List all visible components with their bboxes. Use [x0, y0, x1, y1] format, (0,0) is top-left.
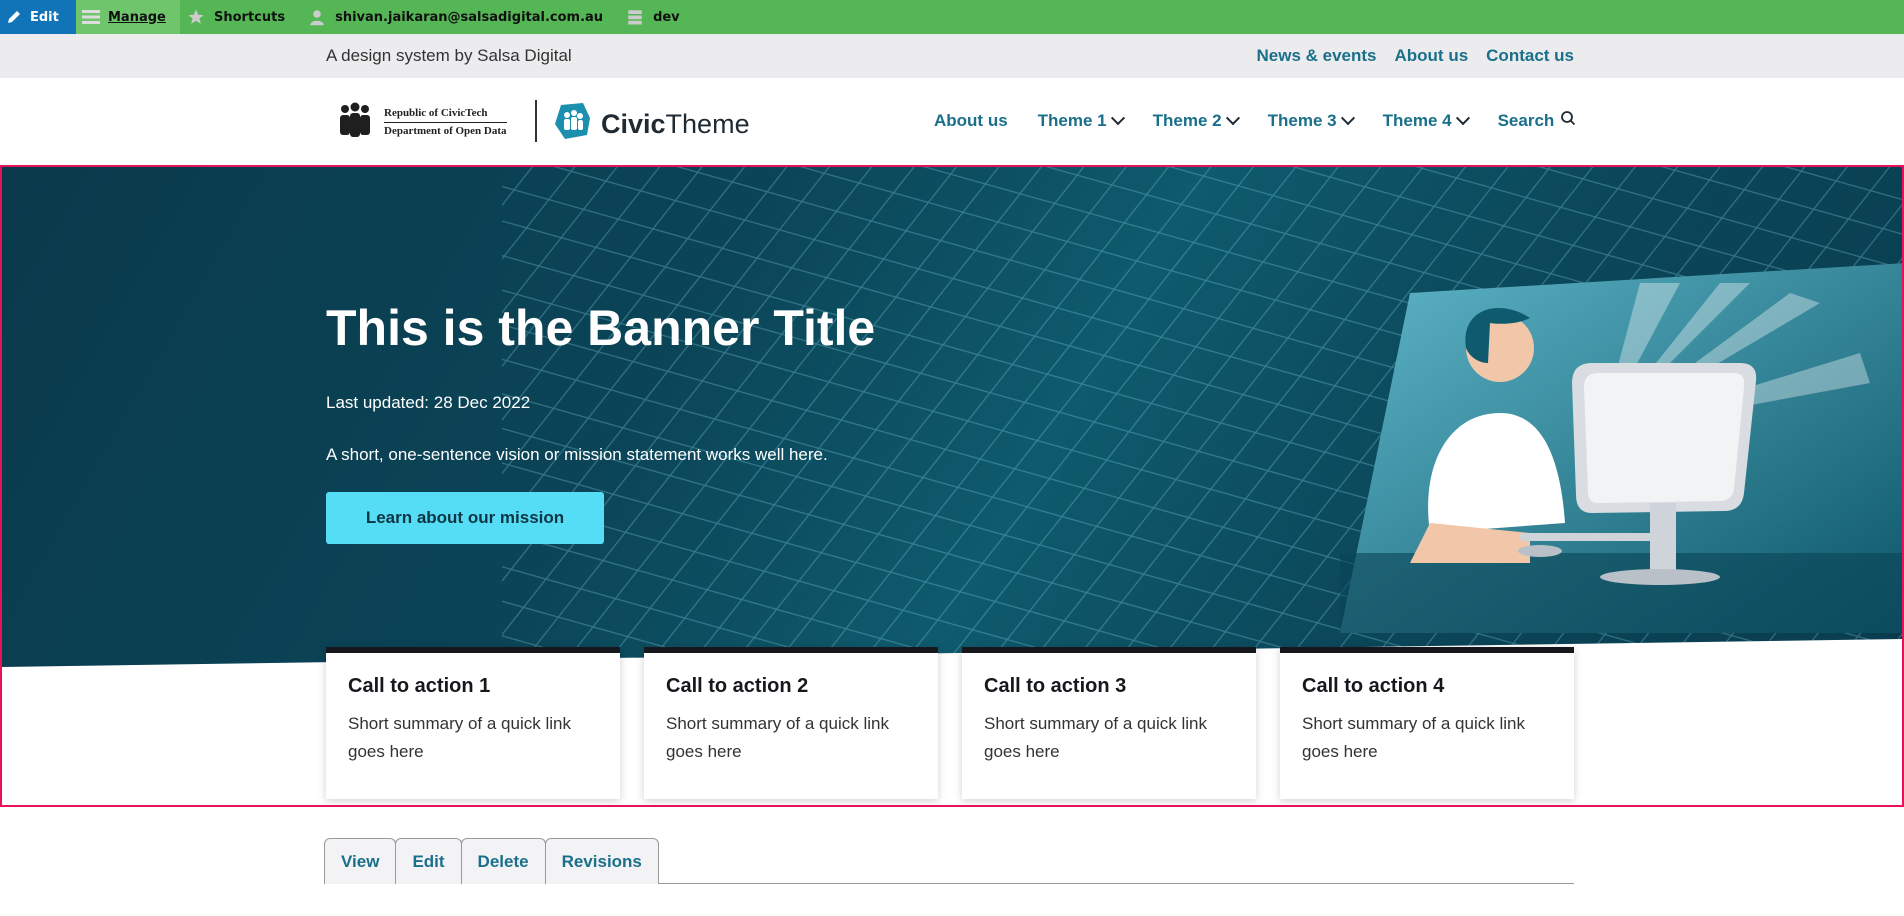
hamburger-icon	[82, 7, 100, 27]
utility-link-about[interactable]: About us	[1395, 46, 1469, 66]
site-tagline: A design system by Salsa Digital	[326, 46, 572, 65]
toolbar-env-label: dev	[653, 9, 680, 25]
nav-label: Theme 1	[1037, 110, 1107, 130]
cta-card-title: Call to action 1	[348, 675, 491, 697]
toolbar-edit-label: Edit	[30, 9, 59, 25]
toolbar-shortcuts[interactable]: Shortcuts	[180, 0, 301, 34]
cta-card-summary: Short summary of a quick link goes here	[1302, 714, 1525, 761]
gov-logo-line1: Republic of CivicTech	[384, 105, 507, 123]
utility-link-contact[interactable]: Contact us	[1486, 46, 1574, 66]
tab-delete[interactable]: Delete	[460, 838, 546, 884]
utility-link-news[interactable]: News & events	[1257, 46, 1377, 66]
chevron-down-icon	[1455, 110, 1470, 125]
server-icon	[625, 7, 645, 27]
utility-header: A design system by Salsa Digital News & …	[0, 34, 1904, 78]
gov-logo-line2: Department of Open Data	[384, 125, 507, 137]
person-at-computer-illustration	[1340, 263, 1902, 633]
civictheme-logo[interactable]: CivicTheme	[553, 102, 750, 147]
cta-card-2[interactable]: Call to action 2 Short summary of a quic…	[644, 647, 938, 799]
nav-label: Theme 3	[1267, 110, 1337, 130]
cta-card-1[interactable]: Call to action 1 Short summary of a quic…	[326, 647, 620, 799]
nav-label: Theme 2	[1152, 110, 1222, 130]
nav-item-theme-2[interactable]: Theme 2	[1152, 110, 1240, 131]
cta-card-title: Call to action 4	[1302, 675, 1445, 697]
nav-label: About us	[934, 110, 1008, 130]
tab-view[interactable]: View	[324, 838, 397, 884]
nav-label: Theme 4	[1382, 110, 1452, 130]
banner-summary: A short, one-sentence vision or mission …	[326, 445, 828, 464]
primary-nav: About us Theme 1 Theme 2 Theme 3 Theme 4…	[934, 110, 1576, 131]
cta-card-summary: Short summary of a quick link goes here	[666, 714, 889, 761]
tab-edit[interactable]: Edit	[395, 838, 462, 884]
toolbar-shortcuts-label: Shortcuts	[214, 9, 286, 25]
admin-toolbar: Edit Manage Shortcuts shivan.jaikaran@sa…	[0, 0, 1904, 34]
learn-mission-button[interactable]: Learn about our mission	[326, 492, 604, 544]
people-icon	[338, 102, 372, 142]
cta-card-title: Call to action 2	[666, 675, 809, 697]
utility-links: News & events About us Contact us	[1257, 46, 1575, 66]
banner-region: This is the Banner Title Last updated: 2…	[0, 165, 1904, 807]
government-logo[interactable]: Republic of CivicTech Department of Open…	[338, 102, 507, 142]
brand-name-bold: Civic	[601, 109, 666, 139]
star-icon	[186, 7, 206, 27]
brand-name-light: Theme	[665, 109, 750, 139]
cta-card-3[interactable]: Call to action 3 Short summary of a quic…	[962, 647, 1256, 799]
toolbar-manage-label: Manage	[108, 9, 166, 25]
nav-item-theme-1[interactable]: Theme 1	[1037, 110, 1125, 131]
user-icon	[307, 7, 327, 27]
tab-revisions[interactable]: Revisions	[544, 838, 659, 884]
nav-item-search[interactable]: Search	[1498, 110, 1577, 131]
nav-item-theme-4[interactable]: Theme 4	[1382, 110, 1470, 131]
cta-cards: Call to action 1 Short summary of a quic…	[326, 647, 1574, 799]
search-icon	[1560, 110, 1576, 131]
cta-card-4[interactable]: Call to action 4 Short summary of a quic…	[1280, 647, 1574, 799]
toolbar-edit[interactable]: Edit	[0, 0, 76, 34]
banner-title: This is the Banner Title	[326, 300, 876, 356]
civictheme-logo-icon	[553, 102, 591, 147]
cta-card-title: Call to action 3	[984, 675, 1127, 697]
logo-divider	[535, 100, 537, 142]
banner-last-updated: Last updated: 28 Dec 2022	[326, 393, 531, 412]
pencil-icon	[6, 7, 22, 27]
toolbar-env[interactable]: dev	[619, 0, 696, 34]
nav-label: Search	[1497, 110, 1555, 130]
local-tasks-tabs: View Edit Delete Revisions	[324, 838, 1574, 884]
nav-item-about-us[interactable]: About us	[934, 110, 1008, 131]
cta-card-summary: Short summary of a quick link goes here	[984, 714, 1207, 761]
toolbar-manage[interactable]: Manage	[76, 0, 180, 34]
toolbar-user[interactable]: shivan.jaikaran@salsadigital.com.au	[301, 0, 619, 34]
chevron-down-icon	[1225, 110, 1240, 125]
nav-item-theme-3[interactable]: Theme 3	[1267, 110, 1355, 131]
chevron-down-icon	[1340, 110, 1355, 125]
cta-card-summary: Short summary of a quick link goes here	[348, 714, 571, 761]
toolbar-user-label: shivan.jaikaran@salsadigital.com.au	[335, 9, 604, 25]
chevron-down-icon	[1110, 110, 1125, 125]
primary-header: Republic of CivicTech Department of Open…	[0, 78, 1904, 166]
